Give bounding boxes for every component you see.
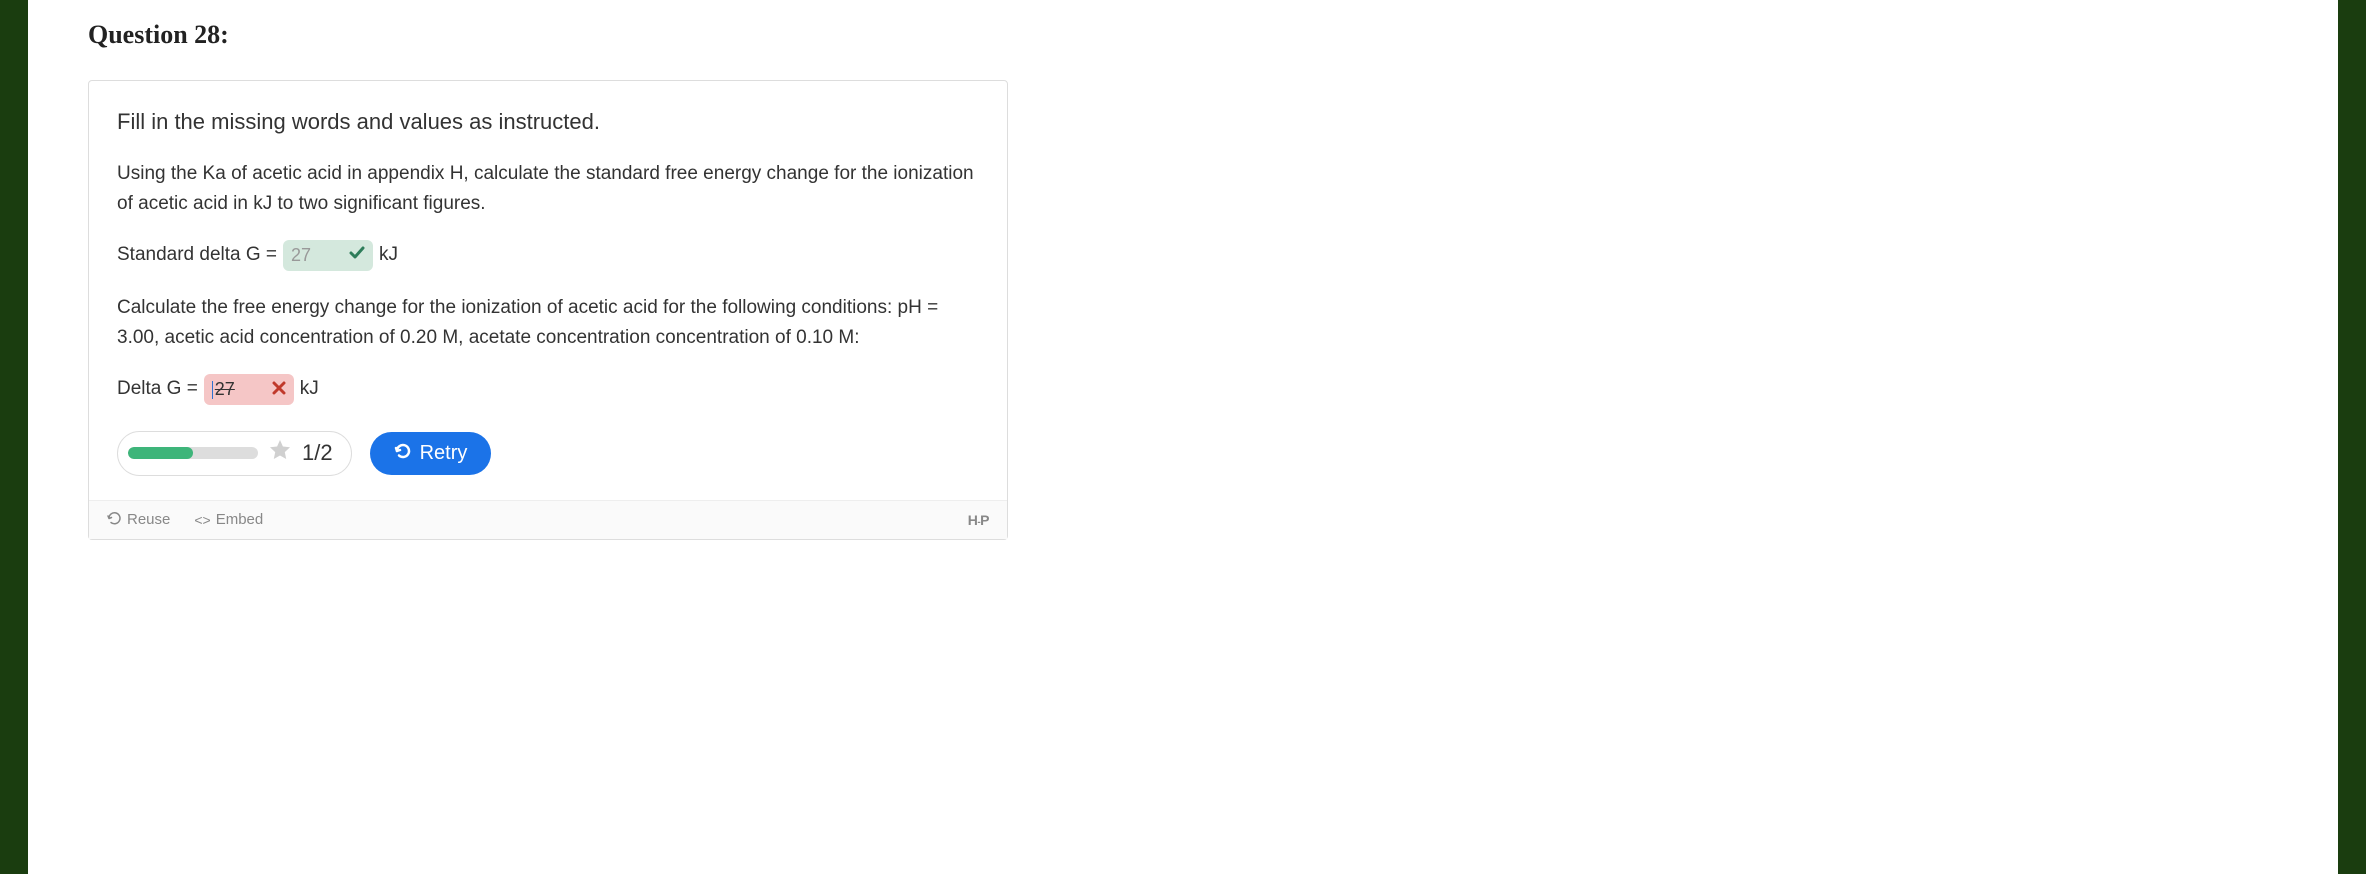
question-card: Fill in the missing words and values as … <box>88 80 1008 540</box>
score-row: 1/2 Retry <box>117 431 979 476</box>
left-border <box>0 0 28 874</box>
main-content: Question 28: Fill in the missing words a… <box>28 0 2338 874</box>
answer-1-unit: kJ <box>379 244 398 266</box>
star-icon <box>268 438 292 469</box>
reuse-icon <box>107 511 122 529</box>
embed-label: Embed <box>216 511 264 528</box>
answer-2-prefix: Delta G = <box>117 378 198 400</box>
answer-1-line: Standard delta G = 27 kJ <box>117 240 979 271</box>
problem-2-text: Calculate the free energy change for the… <box>117 293 979 354</box>
problem-1-text: Using the Ka of acetic acid in appendix … <box>117 159 979 220</box>
score-text: 1/2 <box>302 440 333 466</box>
answer-2-line: Delta G = 27 kJ <box>117 374 979 405</box>
answer-2-unit: kJ <box>300 378 319 400</box>
card-body: Fill in the missing words and values as … <box>89 81 1007 500</box>
card-footer: Reuse <> Embed H-P <box>89 500 1007 539</box>
retry-button[interactable]: Retry <box>370 432 492 475</box>
score-pill: 1/2 <box>117 431 352 476</box>
retry-icon <box>394 442 412 465</box>
answer-2-input[interactable]: 27 <box>204 374 294 405</box>
text-cursor <box>212 381 213 399</box>
x-icon <box>272 379 286 400</box>
answer-1-input[interactable]: 27 <box>283 240 373 271</box>
instruction-text: Fill in the missing words and values as … <box>117 109 979 135</box>
right-border <box>2338 0 2366 874</box>
embed-link[interactable]: <> Embed <box>194 511 263 528</box>
progress-bar <box>128 447 258 459</box>
answer-2-value: 27 <box>212 379 235 400</box>
answer-1-prefix: Standard delta G = <box>117 244 277 266</box>
h5p-badge[interactable]: H-P <box>968 512 989 528</box>
reuse-label: Reuse <box>127 511 170 528</box>
progress-fill <box>128 447 193 459</box>
check-icon <box>349 245 365 266</box>
reuse-link[interactable]: Reuse <box>107 511 170 529</box>
answer-1-value: 27 <box>291 245 311 266</box>
question-title: Question 28: <box>88 20 2278 50</box>
embed-icon: <> <box>194 512 210 528</box>
retry-label: Retry <box>420 442 468 465</box>
